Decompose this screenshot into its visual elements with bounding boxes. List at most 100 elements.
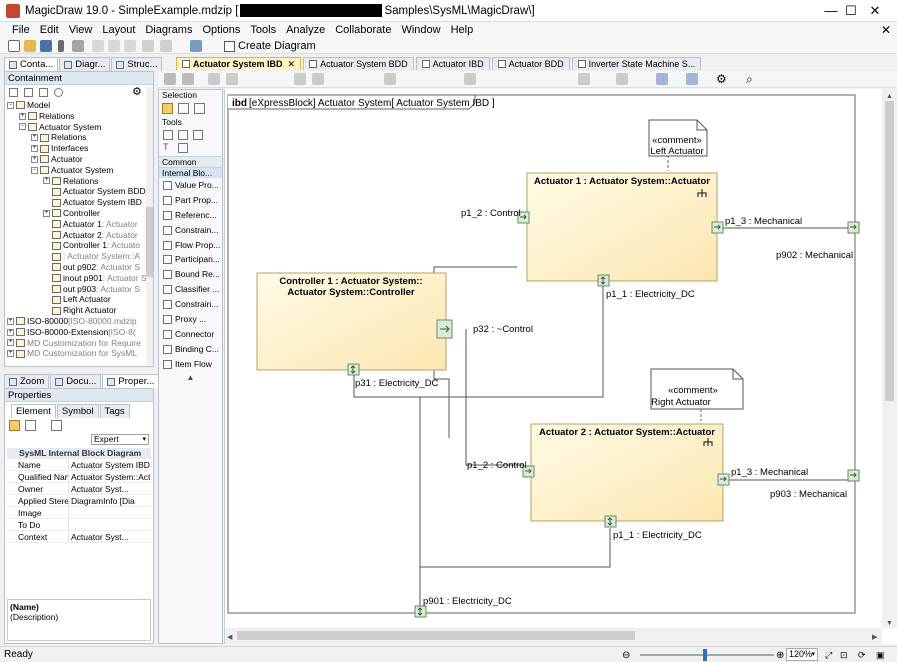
palette-group-common[interactable]: Common — [159, 156, 222, 167]
expand-icon[interactable]: + — [7, 328, 14, 336]
property-value[interactable]: DiagramInfo [Dia — [68, 495, 151, 506]
property-row[interactable]: Owner Actuator Syst... — [7, 483, 151, 495]
canvas-vscroll-thumb[interactable] — [885, 101, 894, 401]
forward-icon[interactable] — [182, 73, 194, 85]
containment-options-icon[interactable]: ⚙ — [132, 85, 142, 98]
subtab-element[interactable]: Element — [11, 404, 56, 418]
create-diagram-button[interactable]: Create Diagram — [224, 39, 316, 53]
palette-group-internal-block[interactable]: Internal Blo... — [159, 167, 222, 178]
property-row[interactable]: To Do — [7, 519, 151, 531]
property-value[interactable] — [68, 519, 151, 530]
display-icon[interactable] — [686, 73, 698, 85]
anchor-tool-icon[interactable] — [163, 129, 173, 140]
expand-all-icon[interactable] — [24, 87, 33, 97]
palette-item[interactable]: Value Pro... — [159, 178, 222, 193]
cut-icon[interactable] — [92, 40, 104, 52]
tree-item[interactable]: + Interfaces — [7, 143, 153, 154]
layout-icon[interactable] — [578, 73, 590, 85]
close-window-button[interactable]: ✕ — [853, 0, 897, 22]
property-row[interactable]: Context Actuator Syst... — [7, 531, 151, 543]
menu-help[interactable]: Help — [446, 22, 479, 38]
marquee-tool-icon[interactable] — [178, 102, 189, 114]
scroll-left-icon[interactable]: ◀ — [227, 634, 233, 641]
align-tool-icon[interactable] — [193, 129, 203, 140]
property-mode-select[interactable]: Expert ▾ — [91, 434, 149, 445]
scroll-up-icon[interactable]: ▲ — [886, 93, 893, 100]
search-icon[interactable] — [54, 87, 63, 97]
menu-collaborate[interactable]: Collaborate — [330, 22, 396, 38]
tree-item[interactable]: + Actuator — [7, 154, 153, 165]
menu-analyze[interactable]: Analyze — [281, 22, 330, 38]
menu-layout[interactable]: Layout — [97, 22, 140, 38]
collapse-icon[interactable]: - — [31, 166, 38, 174]
part-actuator-2[interactable] — [530, 423, 724, 522]
fit-icon[interactable]: ⤢ — [825, 648, 832, 662]
split-tool-icon[interactable] — [178, 129, 188, 140]
expand-icon[interactable]: + — [31, 145, 38, 153]
text-tool-icon[interactable]: T — [163, 142, 173, 153]
paste-icon[interactable] — [124, 40, 136, 52]
pointer-tool-icon[interactable] — [162, 102, 173, 114]
note-tool-icon[interactable] — [178, 142, 188, 153]
tree-item[interactable]: + MD Customization for Require — [7, 338, 153, 349]
zoom-actual-icon[interactable]: ⊡ — [840, 648, 848, 662]
palette-item[interactable]: Proxy ... — [159, 312, 222, 327]
collapse-all-icon[interactable] — [9, 87, 18, 97]
undo-icon[interactable] — [142, 40, 154, 52]
redo-icon[interactable] — [160, 40, 172, 52]
tree-item[interactable]: + Relations — [7, 111, 153, 122]
expand-icon[interactable]: + — [31, 155, 38, 163]
tab-containment[interactable]: Conta... — [4, 57, 59, 71]
tree-item[interactable]: + Relations — [7, 132, 153, 143]
tree-item[interactable]: Actuator System IBD — [7, 197, 153, 208]
tab-actuator-ibd[interactable]: Actuator IBD — [415, 57, 490, 70]
palette-item[interactable]: Connector — [159, 327, 222, 342]
property-row[interactable]: Name Actuator System IBD — [7, 459, 151, 471]
diagram-options-icon[interactable]: ⚙ — [716, 72, 727, 86]
property-value[interactable]: Actuator System IBD — [68, 459, 151, 470]
zoom-in-icon[interactable] — [616, 73, 628, 85]
diagram-search-icon[interactable]: ⌕ — [746, 72, 753, 87]
property-row[interactable]: Qualified NameActuator System::Act — [7, 471, 151, 483]
palette-item[interactable]: Flow Prop... — [159, 238, 222, 253]
zoom-level-select[interactable]: 120% ▾ — [786, 648, 818, 661]
copy-icon[interactable] — [108, 40, 120, 52]
close-tab-icon[interactable]: ✕ — [288, 58, 296, 70]
zoom-out-icon[interactable]: ⊖ — [622, 648, 630, 662]
back-icon[interactable] — [164, 73, 176, 85]
tree-item[interactable]: Controller 1 : Actuato — [7, 240, 153, 251]
tab-inverter-state-machine[interactable]: Inverter State Machine S... — [571, 57, 702, 70]
diagram-canvas[interactable]: ibd [eXpressBlock] Actuator System[ Actu… — [224, 89, 897, 644]
tab-structure[interactable]: Struc... — [111, 57, 163, 71]
tree-item[interactable]: + MD Customization for SysML — [7, 348, 153, 359]
property-value[interactable]: Actuator System::Act — [68, 471, 151, 482]
expand-icon[interactable]: + — [31, 134, 38, 142]
tab-actuator-bdd[interactable]: Actuator BDD — [491, 57, 570, 70]
line-style-icon[interactable] — [464, 73, 476, 85]
tree-item[interactable]: inout p901 : Actuator S — [7, 273, 153, 284]
palette-item[interactable]: Part Prop... — [159, 193, 222, 208]
property-value[interactable]: Actuator Syst... — [68, 483, 151, 494]
diagram-wizard-icon[interactable] — [190, 40, 202, 52]
tree-item[interactable]: + Controller — [7, 208, 153, 219]
palette-item[interactable]: Referenc... — [159, 208, 222, 223]
collapse-icon[interactable]: - — [19, 123, 26, 131]
copy-element-icon[interactable] — [294, 73, 306, 85]
tab-properties[interactable]: Proper... — [102, 374, 160, 388]
tab-diagrams[interactable]: Diagr... — [59, 57, 111, 71]
path-style-icon[interactable] — [384, 73, 396, 85]
print-icon[interactable] — [72, 40, 84, 52]
palette-scroll-up-icon[interactable]: ▲ — [159, 373, 222, 382]
format-painter-icon[interactable] — [312, 73, 324, 85]
show-categories-icon[interactable] — [9, 420, 20, 431]
tree-item[interactable]: Right Actuator — [7, 305, 153, 316]
tree-item[interactable]: + ISO-80000-Extension [ISO-8( — [7, 327, 153, 338]
tree-item[interactable]: Actuator 2 : Actuator — [7, 230, 153, 241]
expand-icon[interactable]: + — [43, 209, 50, 217]
palette-item[interactable]: Classifier ... — [159, 282, 222, 297]
align-icon[interactable] — [208, 73, 220, 85]
tree-item[interactable]: : Actuator System::A — [7, 251, 153, 262]
tree-item[interactable]: out p903 : Actuator S — [7, 284, 153, 295]
property-row[interactable]: Applied Stereo...DiagramInfo [Dia — [7, 495, 151, 507]
tree-item[interactable]: Left Actuator — [7, 294, 153, 305]
